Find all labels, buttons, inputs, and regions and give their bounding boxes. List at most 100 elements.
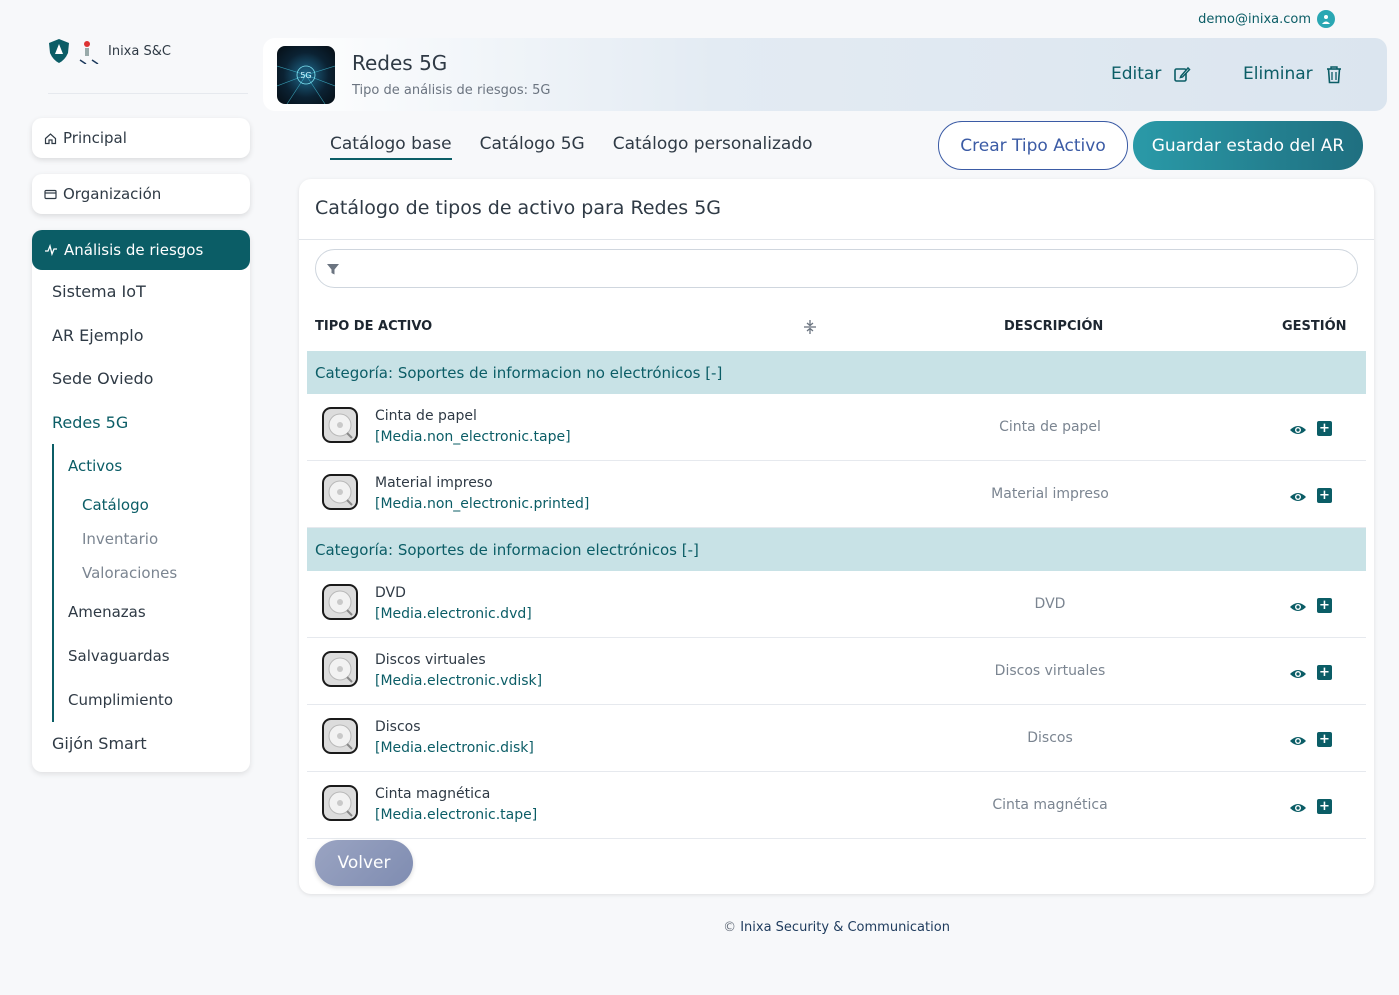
nav-project-ar-ejemplo[interactable]: AR Ejemplo bbox=[32, 314, 250, 358]
table-row: Cinta de papel [Media.non_electronic.tape… bbox=[307, 394, 1366, 461]
asset-name: Cinta magnética bbox=[375, 786, 491, 802]
user-menu[interactable]: demo@inixa.com bbox=[1198, 10, 1335, 28]
catalog-table-body: Categoría: Soportes de informacion no el… bbox=[307, 351, 1366, 839]
project-header: 5G Redes 5G Tipo de análisis de riesgos:… bbox=[263, 38, 1387, 111]
nav-principal-label: Principal bbox=[63, 129, 127, 147]
project-thumbnail: 5G bbox=[277, 46, 335, 104]
add-plus-icon[interactable]: + bbox=[1317, 421, 1332, 436]
nav-activos[interactable]: Activos bbox=[68, 444, 250, 488]
tab-catalogo-base[interactable]: Catálogo base bbox=[330, 134, 452, 160]
card-title: Catálogo de tipos de activo para Redes 5… bbox=[315, 197, 722, 219]
project-title: Redes 5G bbox=[352, 51, 448, 75]
disk-icon bbox=[321, 784, 359, 822]
catalog-card: Catálogo de tipos de activo para Redes 5… bbox=[299, 179, 1374, 894]
asset-description: DVD bbox=[1034, 596, 1066, 612]
asset-code: [Media.non_electronic.tape] bbox=[375, 429, 571, 445]
nav-organizacion[interactable]: Organización bbox=[32, 174, 250, 214]
nav-catalogo[interactable]: Catálogo bbox=[68, 488, 250, 522]
user-avatar-icon[interactable] bbox=[1317, 10, 1335, 28]
category-row[interactable]: Categoría: Soportes de informacion no el… bbox=[307, 351, 1366, 394]
asset-code: [Media.electronic.disk] bbox=[375, 740, 534, 756]
footer: © Inixa Security & Communication bbox=[0, 920, 1374, 935]
disk-icon bbox=[321, 583, 359, 621]
row-actions: + bbox=[1289, 732, 1332, 747]
view-eye-icon[interactable] bbox=[1289, 800, 1307, 814]
table-header: TIPO DE ACTIVO DESCRIPCIÓN GESTIÓN bbox=[315, 319, 1358, 339]
nav-organizacion-label: Organización bbox=[63, 185, 162, 203]
create-asset-type-button[interactable]: Crear Tipo Activo bbox=[938, 121, 1128, 170]
row-actions: + bbox=[1289, 665, 1332, 680]
edit-label: Editar bbox=[1111, 64, 1162, 84]
nav-analisis-label: Análisis de riesgos bbox=[64, 241, 204, 259]
nav-inventario[interactable]: Inventario bbox=[68, 522, 250, 556]
asset-code: [Media.electronic.dvd] bbox=[375, 606, 532, 622]
view-eye-icon[interactable] bbox=[1289, 422, 1307, 436]
shield-logo-icon bbox=[49, 39, 69, 63]
column-tipo-activo[interactable]: TIPO DE ACTIVO bbox=[315, 319, 432, 334]
view-eye-icon[interactable] bbox=[1289, 489, 1307, 503]
row-actions: + bbox=[1289, 799, 1332, 814]
footer-brand: Inixa Security & Communication bbox=[740, 920, 950, 935]
add-plus-icon[interactable]: + bbox=[1317, 488, 1332, 503]
delete-button[interactable]: Eliminar bbox=[1243, 64, 1343, 84]
asset-name: DVD bbox=[375, 585, 406, 601]
user-email: demo@inixa.com bbox=[1198, 11, 1311, 27]
nav-project-gijon-smart[interactable]: Gijón Smart bbox=[32, 722, 250, 766]
asset-code: [Media.non_electronic.printed] bbox=[375, 496, 590, 512]
asset-code: [Media.electronic.vdisk] bbox=[375, 673, 543, 689]
footer-copyright: © bbox=[723, 920, 737, 935]
nav-project-sistema-iot[interactable]: Sistema IoT bbox=[32, 270, 250, 314]
catalog-tabs: Catálogo base Catálogo 5G Catálogo perso… bbox=[330, 134, 812, 160]
asset-description: Discos bbox=[1027, 730, 1073, 746]
column-descripcion[interactable]: DESCRIPCIÓN bbox=[1004, 319, 1103, 334]
card-divider bbox=[299, 239, 1374, 240]
edit-icon bbox=[1174, 66, 1191, 82]
filter-icon bbox=[327, 263, 339, 274]
asset-name: Discos bbox=[375, 719, 421, 735]
asset-name: Cinta de papel bbox=[375, 408, 477, 424]
table-row: Discos virtuales [Media.electronic.vdisk]… bbox=[307, 638, 1366, 705]
nav-analisis-group: Análisis de riesgos Sistema IoT AR Ejemp… bbox=[32, 230, 250, 772]
nav-tree: Activos Catálogo Inventario Valoraciones… bbox=[52, 444, 250, 722]
row-actions: + bbox=[1289, 488, 1332, 503]
table-row: DVD [Media.electronic.dvd] DVD + bbox=[307, 571, 1366, 638]
nav-amenazas[interactable]: Amenazas bbox=[68, 590, 250, 634]
nav-project-sede-oviedo[interactable]: Sede Oviedo bbox=[32, 357, 250, 401]
add-plus-icon[interactable]: + bbox=[1317, 598, 1332, 613]
tab-catalogo-5g[interactable]: Catálogo 5G bbox=[480, 134, 585, 160]
table-row: Discos [Media.electronic.disk] Discos + bbox=[307, 705, 1366, 772]
tab-catalogo-personalizado[interactable]: Catálogo personalizado bbox=[613, 134, 813, 160]
filter-input[interactable] bbox=[315, 249, 1358, 288]
project-subtitle: Tipo de análisis de riesgos: 5G bbox=[352, 83, 551, 98]
nav-valoraciones[interactable]: Valoraciones bbox=[68, 556, 250, 590]
collapse-sort-icon[interactable] bbox=[803, 319, 817, 339]
nav-cumplimiento[interactable]: Cumplimiento bbox=[68, 678, 250, 722]
disk-icon bbox=[321, 473, 359, 511]
delete-label: Eliminar bbox=[1243, 64, 1313, 84]
view-eye-icon[interactable] bbox=[1289, 666, 1307, 680]
view-eye-icon[interactable] bbox=[1289, 733, 1307, 747]
add-plus-icon[interactable]: + bbox=[1317, 799, 1332, 814]
category-row[interactable]: Categoría: Soportes de informacion elect… bbox=[307, 528, 1366, 571]
disk-icon bbox=[321, 406, 359, 444]
edit-button[interactable]: Editar bbox=[1111, 64, 1191, 84]
logo-divider bbox=[48, 93, 248, 94]
asset-description: Discos virtuales bbox=[994, 663, 1106, 679]
column-gestion: GESTIÓN bbox=[1282, 319, 1347, 334]
nav-salvaguardas[interactable]: Salvaguardas bbox=[68, 634, 250, 678]
view-eye-icon[interactable] bbox=[1289, 599, 1307, 613]
nav-principal[interactable]: Principal bbox=[32, 118, 250, 158]
card-icon bbox=[44, 189, 57, 199]
add-plus-icon[interactable]: + bbox=[1317, 665, 1332, 680]
back-button[interactable]: Volver bbox=[315, 840, 413, 886]
table-row: Cinta magnética [Media.electronic.tape] Ci… bbox=[307, 772, 1366, 839]
thumbnail-label: 5G bbox=[300, 71, 311, 80]
nav-analisis-riesgos[interactable]: Análisis de riesgos bbox=[32, 230, 250, 270]
asset-description: Cinta de papel bbox=[999, 419, 1101, 435]
add-plus-icon[interactable]: + bbox=[1317, 732, 1332, 747]
save-ar-state-button[interactable]: Guardar estado del AR bbox=[1133, 121, 1363, 170]
nav-project-redes-5g[interactable]: Redes 5G bbox=[32, 401, 250, 445]
disk-icon bbox=[321, 650, 359, 688]
asset-description: Cinta magnética bbox=[992, 797, 1108, 813]
app-logo[interactable]: Inixa S&C bbox=[48, 38, 171, 64]
